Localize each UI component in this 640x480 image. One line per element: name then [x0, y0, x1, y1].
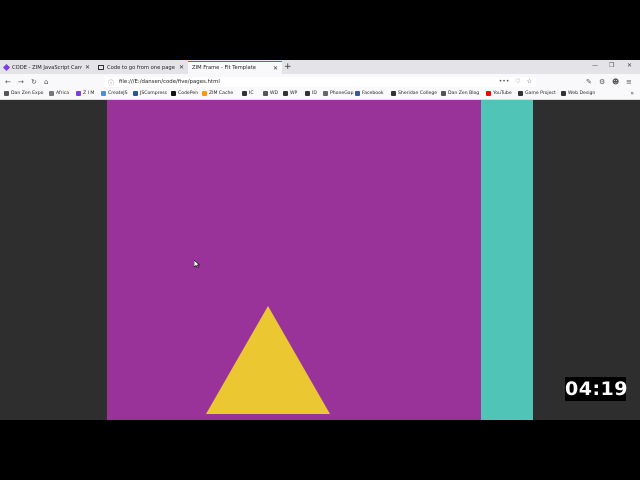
bookmark-favicon-icon [263, 91, 268, 96]
bookmark-item[interactable]: PhoneGap [323, 91, 354, 96]
account-icon[interactable]: ☻ [612, 77, 619, 87]
bookmark-favicon-icon [323, 91, 328, 96]
bookmark-favicon-icon [355, 91, 360, 96]
close-tab-icon[interactable]: ✕ [85, 64, 90, 71]
bookmark-item[interactable]: Web Design [561, 91, 595, 96]
page-content [0, 100, 640, 420]
bookmark-item[interactable]: WP [283, 91, 297, 96]
bookmark-item[interactable]: Africa [49, 91, 69, 96]
bookmark-favicon-icon [49, 91, 54, 96]
tab-bar: CODE - ZIM JavaScript Canvas ... ✕ Code … [0, 60, 640, 74]
new-tab-button[interactable]: + [284, 61, 292, 73]
bookmark-label: JSCompress [140, 91, 168, 96]
reload-icon[interactable]: ↻ [31, 77, 37, 87]
forward-arrow-icon[interactable]: → [18, 77, 24, 87]
tools-icon[interactable]: ✎ [586, 77, 592, 87]
bookmark-label: Game Project [525, 91, 556, 96]
bookmark-label: CreateJS [108, 91, 128, 96]
codepen-favicon-icon [98, 65, 104, 70]
bookmark-item[interactable]: JSCompress [133, 91, 167, 96]
tab-zim-frame[interactable]: ZIM Frame - Fit Template ✕ [188, 61, 282, 74]
bookmark-label: Sheridan College [398, 91, 438, 96]
bookmark-item[interactable]: WD [263, 91, 278, 96]
bookmark-item[interactable]: CreateJS [101, 91, 128, 96]
bookmark-item[interactable]: ZIM Cache [202, 91, 233, 96]
bookmark-favicon-icon [283, 91, 288, 96]
mouse-cursor-icon [194, 260, 200, 268]
restore-icon[interactable]: ❐ [609, 62, 614, 69]
close-window-icon[interactable]: ✕ [627, 62, 632, 69]
bookmark-favicon-icon [305, 91, 310, 96]
bookmark-label: Web Design [568, 91, 596, 96]
gear-icon[interactable]: ⚙ [599, 77, 605, 87]
bookmark-favicon-icon [133, 91, 138, 96]
bookmark-favicon-icon [486, 91, 491, 96]
bookmark-item[interactable]: Dan Zen Blog [441, 91, 479, 96]
bookmark-favicon-icon [4, 91, 9, 96]
bookmarks-toolbar: » Dan Zen Expo Africa Z I M CreateJS JSCompr… [0, 90, 640, 100]
page-info-icon[interactable]: ⓘ [108, 78, 114, 87]
bookmark-item[interactable]: Game Project [518, 91, 556, 96]
bookmark-label: Facebook [362, 91, 384, 96]
bookmark-label: PhoneGap [330, 91, 354, 96]
bookmark-favicon-icon [101, 91, 106, 96]
minimize-icon[interactable]: — [592, 62, 598, 69]
bookmark-item[interactable]: IC [242, 91, 254, 96]
bookmark-item[interactable]: Sheridan College [391, 91, 437, 96]
address-bar[interactable]: ⓘ file:///E:/dansen/code/five/pages.html… [104, 77, 536, 87]
bookmark-item[interactable]: Z I M [76, 91, 94, 96]
bookmark-label: Z I M [83, 91, 95, 96]
bookmark-label: ZIM Cache [209, 91, 234, 96]
menu-icon[interactable]: ≡ [626, 77, 632, 87]
bookmark-label: IC [249, 91, 254, 96]
close-tab-icon[interactable]: ✕ [273, 65, 278, 72]
bookmark-item[interactable]: Facebook [355, 91, 384, 96]
bookmark-label: ID [312, 91, 317, 96]
more-actions-icon[interactable]: ••• [499, 78, 510, 85]
close-tab-icon[interactable]: ✕ [179, 64, 184, 71]
tab-code-pages[interactable]: Code to go from one page to ... ✕ [94, 61, 188, 74]
bookmark-label: YouTube [493, 91, 512, 96]
side-panel [481, 100, 533, 420]
bookmark-item[interactable]: CodePen [171, 91, 198, 96]
bookmark-favicon-icon [242, 91, 247, 96]
navigation-bar: ← → ↻ ⌂ ⓘ file:///E:/dansen/code/five/pa… [0, 74, 640, 90]
bookmark-item[interactable]: YouTube [486, 91, 512, 96]
bookmark-favicon-icon [202, 91, 207, 96]
pocket-icon[interactable]: ♡ [515, 78, 520, 85]
bookmark-favicon-icon [391, 91, 396, 96]
bookmark-label: Africa [56, 91, 70, 96]
url-text: file:///E:/dansen/code/five/pages.html [119, 79, 220, 85]
bookmark-favicon-icon [441, 91, 446, 96]
bookmark-label: CodePen [178, 91, 199, 96]
timer-overlay: 04:19 [565, 377, 628, 401]
tab-label: ZIM Frame - Fit Template [192, 65, 256, 71]
bookmark-favicon-icon [171, 91, 176, 96]
home-icon[interactable]: ⌂ [44, 77, 48, 87]
bookmark-item[interactable]: ID [305, 91, 317, 96]
back-arrow-icon[interactable]: ← [5, 77, 11, 87]
bookmark-label: Dan Zen Expo [11, 91, 44, 96]
bookmark-label: WD [270, 91, 279, 96]
triangle-shape[interactable] [206, 306, 330, 414]
bookmark-label: WP [290, 91, 298, 96]
bookmarks-overflow-icon[interactable]: » [630, 90, 634, 97]
tab-zim-code[interactable]: CODE - ZIM JavaScript Canvas ... ✕ [0, 61, 94, 74]
bookmark-label: Dan Zen Blog [448, 91, 480, 96]
bookmark-star-icon[interactable]: ☆ [527, 78, 532, 85]
tab-label: Code to go from one page to ... [107, 64, 176, 71]
zim-favicon-icon [2, 63, 11, 72]
tab-label: CODE - ZIM JavaScript Canvas ... [12, 64, 82, 71]
bookmark-item[interactable]: Dan Zen Expo [4, 91, 43, 96]
bookmark-favicon-icon [561, 91, 566, 96]
bookmark-favicon-icon [518, 91, 523, 96]
browser-window: CODE - ZIM JavaScript Canvas ... ✕ Code … [0, 60, 640, 420]
bookmark-favicon-icon [76, 91, 81, 96]
